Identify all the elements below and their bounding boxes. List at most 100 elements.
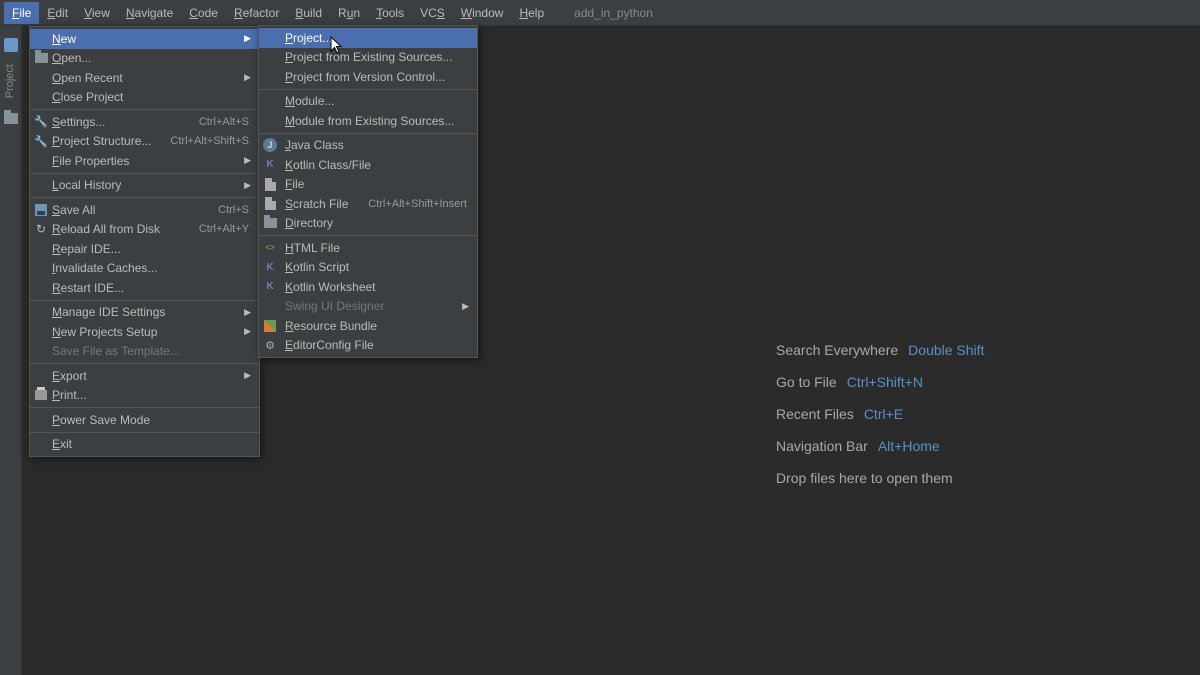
menu-build[interactable]: Build: [287, 2, 330, 24]
menu-item-label: Swing UI Designer: [285, 299, 467, 313]
new-menu-item-html-file[interactable]: <>HTML File: [259, 238, 477, 258]
new-menu-item-java-class[interactable]: JJava Class: [259, 136, 477, 156]
file-menu-item-open[interactable]: Open...: [30, 49, 259, 69]
ks-icon: K: [263, 280, 277, 294]
submenu-arrow-icon: ▶: [244, 33, 251, 44]
menu-item-label: Exit: [52, 437, 249, 451]
menu-run[interactable]: Run: [330, 2, 368, 24]
menu-item-label: Reload All from Disk: [52, 222, 199, 236]
file-menu-item-export[interactable]: Export▶: [30, 366, 259, 386]
file-menu-item-settings[interactable]: 🔧Settings...Ctrl+Alt+S: [30, 112, 259, 132]
menu-separator: [30, 109, 259, 110]
file-menu-item-power-save-mode[interactable]: Power Save Mode: [30, 410, 259, 430]
menu-item-label: Project...: [285, 31, 467, 45]
menu-separator: [30, 407, 259, 408]
file-menu-item-manage-ide-settings[interactable]: Manage IDE Settings▶: [30, 303, 259, 323]
file-menu-item-close-project[interactable]: Close Project: [30, 88, 259, 108]
new-menu-item-kotlin-worksheet[interactable]: KKotlin Worksheet: [259, 277, 477, 297]
new-menu-item-kotlin-class-file[interactable]: KKotlin Class/File: [259, 155, 477, 175]
menu-item-label: Scratch File: [285, 197, 368, 211]
new-menu-item-module[interactable]: Module...: [259, 92, 477, 112]
menu-item-label: Save File as Template...: [52, 344, 249, 358]
submenu-arrow-icon: ▶: [244, 72, 251, 83]
menu-separator: [30, 432, 259, 433]
menu-help[interactable]: Help: [511, 2, 552, 24]
file-menu-item-open-recent[interactable]: Open Recent▶: [30, 68, 259, 88]
menu-item-label: Local History: [52, 178, 249, 192]
file-menu-item-new[interactable]: New▶: [30, 29, 259, 49]
menu-item-label: EditorConfig File: [285, 338, 467, 352]
new-menu-item-editorconfig-file[interactable]: ⚙EditorConfig File: [259, 336, 477, 356]
menu-item-label: Restart IDE...: [52, 281, 249, 295]
menu-separator: [30, 300, 259, 301]
welcome-goto-file: Go to FileCtrl+Shift+N: [776, 374, 984, 390]
menu-item-label: Java Class: [285, 138, 467, 152]
menu-item-label: Repair IDE...: [52, 242, 249, 256]
welcome-nav-bar: Navigation BarAlt+Home: [776, 438, 984, 454]
menu-shortcut: Ctrl+S: [218, 204, 249, 216]
new-menu-item-project[interactable]: Project...: [259, 28, 477, 48]
menu-item-label: Project from Existing Sources...: [285, 50, 467, 64]
file-menu-item-print[interactable]: Print...: [30, 386, 259, 406]
menu-vcs[interactable]: VCS: [412, 2, 453, 24]
file-menu-item-project-structure[interactable]: 🔧Project Structure...Ctrl+Alt+Shift+S: [30, 132, 259, 152]
project-tool-label[interactable]: Project: [4, 64, 16, 98]
file-menu-item-restart-ide[interactable]: Restart IDE...: [30, 278, 259, 298]
file-menu-item-invalidate-caches[interactable]: Invalidate Caches...: [30, 259, 259, 279]
menu-file[interactable]: File: [4, 2, 39, 24]
file-menu-item-reload-all-from-disk[interactable]: ↻Reload All from DiskCtrl+Alt+Y: [30, 220, 259, 240]
file-menu-item-new-projects-setup[interactable]: New Projects Setup▶: [30, 322, 259, 342]
new-menu-item-kotlin-script[interactable]: KKotlin Script: [259, 258, 477, 278]
new-submenu: Project... Project from Existing Sources.…: [258, 25, 478, 358]
project-tool-icon[interactable]: [0, 34, 22, 56]
menu-item-label: Resource Bundle: [285, 319, 467, 333]
welcome-panel: Search EverywhereDouble Shift Go to File…: [776, 342, 984, 502]
menu-item-label: Power Save Mode: [52, 413, 249, 427]
file-menu-item-file-properties[interactable]: File Properties▶: [30, 151, 259, 171]
file-menu-item-repair-ide[interactable]: Repair IDE...: [30, 239, 259, 259]
welcome-search-everywhere: Search EverywhereDouble Shift: [776, 342, 984, 358]
new-menu-item-project-from-existing-sources[interactable]: Project from Existing Sources...: [259, 48, 477, 68]
menu-navigate[interactable]: Navigate: [118, 2, 181, 24]
file-icon: [263, 177, 277, 191]
wrench-icon: 🔧: [34, 115, 48, 129]
new-menu-item-directory[interactable]: Directory: [259, 214, 477, 234]
menu-tools[interactable]: Tools: [368, 2, 412, 24]
menu-refactor[interactable]: Refactor: [226, 2, 287, 24]
menu-separator: [30, 173, 259, 174]
menu-code[interactable]: Code: [181, 2, 226, 24]
bundle-icon: [263, 319, 277, 333]
menu-window[interactable]: Window: [453, 2, 512, 24]
menu-item-label: Module...: [285, 94, 467, 108]
new-menu-item-swing-ui-designer: Swing UI Designer▶: [259, 297, 477, 317]
submenu-arrow-icon: ▶: [244, 307, 251, 318]
new-menu-item-module-from-existing-sources[interactable]: Module from Existing Sources...: [259, 111, 477, 131]
menu-item-label: Save All: [52, 203, 218, 217]
file-menu-item-local-history[interactable]: Local History▶: [30, 176, 259, 196]
menu-item-label: Kotlin Script: [285, 260, 467, 274]
new-menu-item-project-from-version-control[interactable]: Project from Version Control...: [259, 67, 477, 87]
html-icon: <>: [263, 241, 277, 255]
folder-icon: [34, 51, 48, 65]
welcome-drop-files: Drop files here to open them: [776, 470, 984, 486]
new-menu-item-resource-bundle[interactable]: Resource Bundle: [259, 316, 477, 336]
file-menu-item-save-all[interactable]: Save AllCtrl+S: [30, 200, 259, 220]
new-menu-item-scratch-file[interactable]: Scratch FileCtrl+Alt+Shift+Insert: [259, 194, 477, 214]
menu-item-label: Open...: [52, 51, 249, 65]
project-name: add_in_python: [574, 6, 653, 20]
disk-icon: [34, 203, 48, 217]
menu-shortcut: Ctrl+Alt+Shift+S: [170, 135, 249, 147]
new-menu-item-file[interactable]: File: [259, 175, 477, 195]
menu-item-label: Settings...: [52, 115, 199, 129]
submenu-arrow-icon: ▶: [244, 370, 251, 381]
menu-separator: [259, 133, 477, 134]
menu-item-label: Manage IDE Settings: [52, 305, 249, 319]
kotlin-icon: K: [263, 158, 277, 172]
folder-tool-icon[interactable]: [0, 106, 22, 128]
file-menu-item-exit[interactable]: Exit: [30, 435, 259, 455]
menu-view[interactable]: View: [76, 2, 118, 24]
menu-separator: [30, 197, 259, 198]
left-toolbar: Project: [0, 26, 22, 675]
menu-edit[interactable]: Edit: [39, 2, 76, 24]
file-menu-item-save-file-as-template: Save File as Template...: [30, 342, 259, 362]
